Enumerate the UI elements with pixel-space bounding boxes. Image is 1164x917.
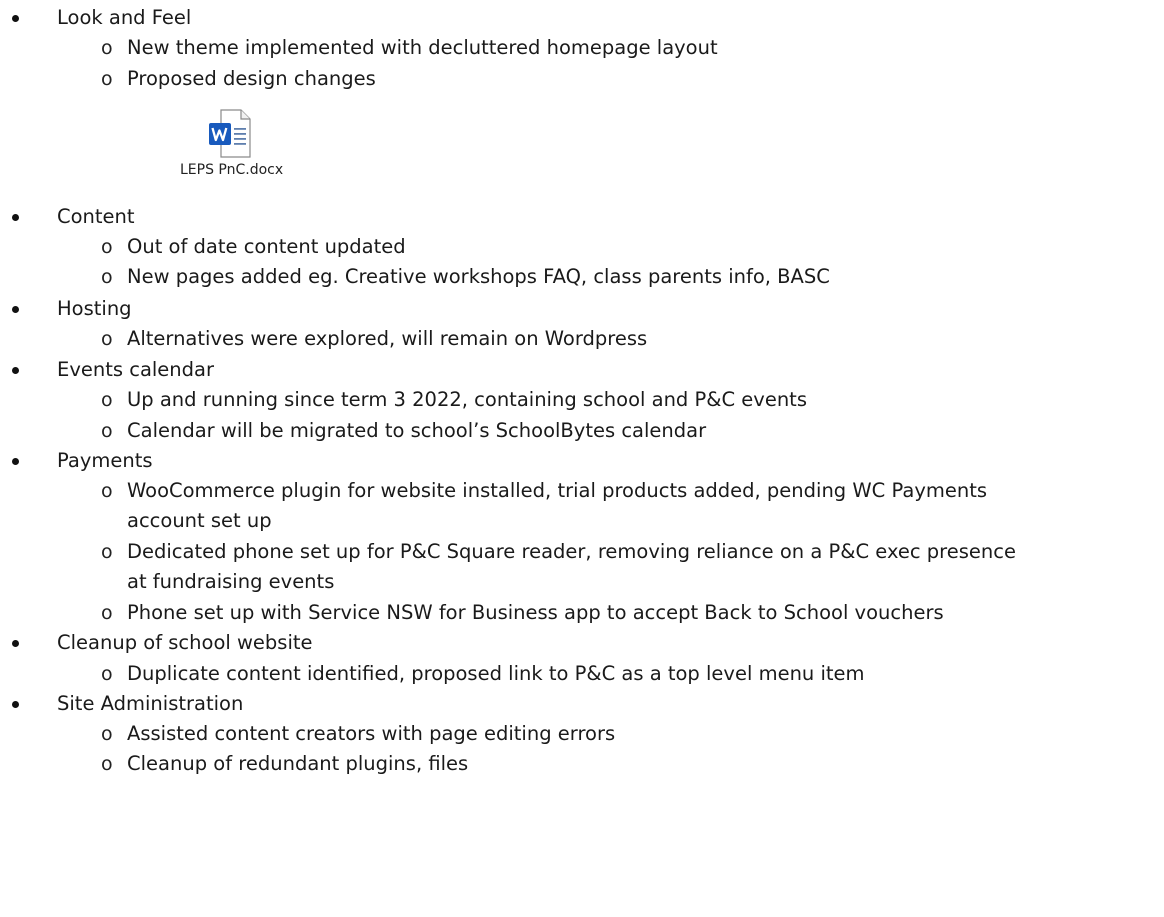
bullet-dot-icon	[12, 367, 19, 374]
bullet-circle-marker: o	[101, 236, 113, 258]
bullet-dot-icon	[12, 458, 19, 465]
list-item-text: Alternatives were explored, will remain …	[127, 327, 648, 350]
list-item-text: Hosting	[57, 297, 132, 320]
bullet-circle-marker: o	[101, 480, 113, 502]
list-item-text: Assisted content creators with page edit…	[127, 722, 616, 745]
bullet-dot-icon	[12, 701, 19, 708]
bullet-circle-marker: o	[101, 753, 113, 775]
bullet-circle-marker: o	[101, 328, 113, 350]
list-item-text: Look and Feel	[57, 6, 192, 29]
list-item-text: Phone set up with Service NSW for Busine…	[127, 601, 944, 624]
bullet-dot-icon	[12, 306, 19, 313]
bullet-circle-marker: o	[101, 37, 113, 59]
list-item-text: Dedicated phone set up for P&C Square re…	[127, 540, 1016, 563]
list-item-text: Cleanup of school website	[57, 631, 313, 654]
list-item-text: Calendar will be migrated to school’s Sc…	[127, 419, 707, 442]
bullet-circle-marker: o	[101, 663, 113, 685]
attachment-filename: LEPS PnC.docx	[180, 162, 284, 178]
list-item-text: Proposed design changes	[127, 67, 376, 90]
bullet-circle-marker: o	[101, 602, 113, 624]
list-item-text: Up and running since term 3 2022, contai…	[127, 388, 807, 411]
bullet-circle-marker: o	[101, 541, 113, 563]
list-item-text: Out of date content updated	[127, 235, 406, 258]
bullet-circle-marker: o	[101, 723, 113, 745]
list-item-text: Cleanup of redundant plugins, files	[127, 752, 469, 775]
embedded-attachment[interactable]: LEPS PnC.docx	[180, 109, 284, 189]
list-item-text: WooCommerce plugin for website installed…	[127, 479, 988, 502]
bullet-dot-icon	[12, 214, 19, 221]
list-item-text: Site Administration	[57, 692, 244, 715]
bullet-circle-marker: o	[101, 68, 113, 90]
bullet-circle-marker: o	[101, 266, 113, 288]
bullet-circle-marker: o	[101, 420, 113, 442]
list-item-continuation: at fundraising events	[127, 570, 335, 593]
list-item-text: New theme implemented with decluttered h…	[127, 36, 718, 59]
list-item-continuation: account set up	[127, 509, 272, 532]
bullet-dot-icon	[12, 640, 19, 647]
list-item-text: Events calendar	[57, 358, 215, 381]
list-item-text: Duplicate content identified, proposed l…	[127, 662, 865, 685]
document-body: LEPS PnC.docx Look and Feel o New theme im…	[0, 0, 1164, 917]
bullet-circle-marker: o	[101, 389, 113, 411]
list-item-text: New pages added eg. Creative workshops F…	[127, 265, 830, 288]
word-document-icon	[209, 109, 251, 158]
list-item-text: Payments	[57, 449, 153, 472]
list-item-text: Content	[57, 205, 135, 228]
bullet-dot-icon	[12, 15, 19, 22]
